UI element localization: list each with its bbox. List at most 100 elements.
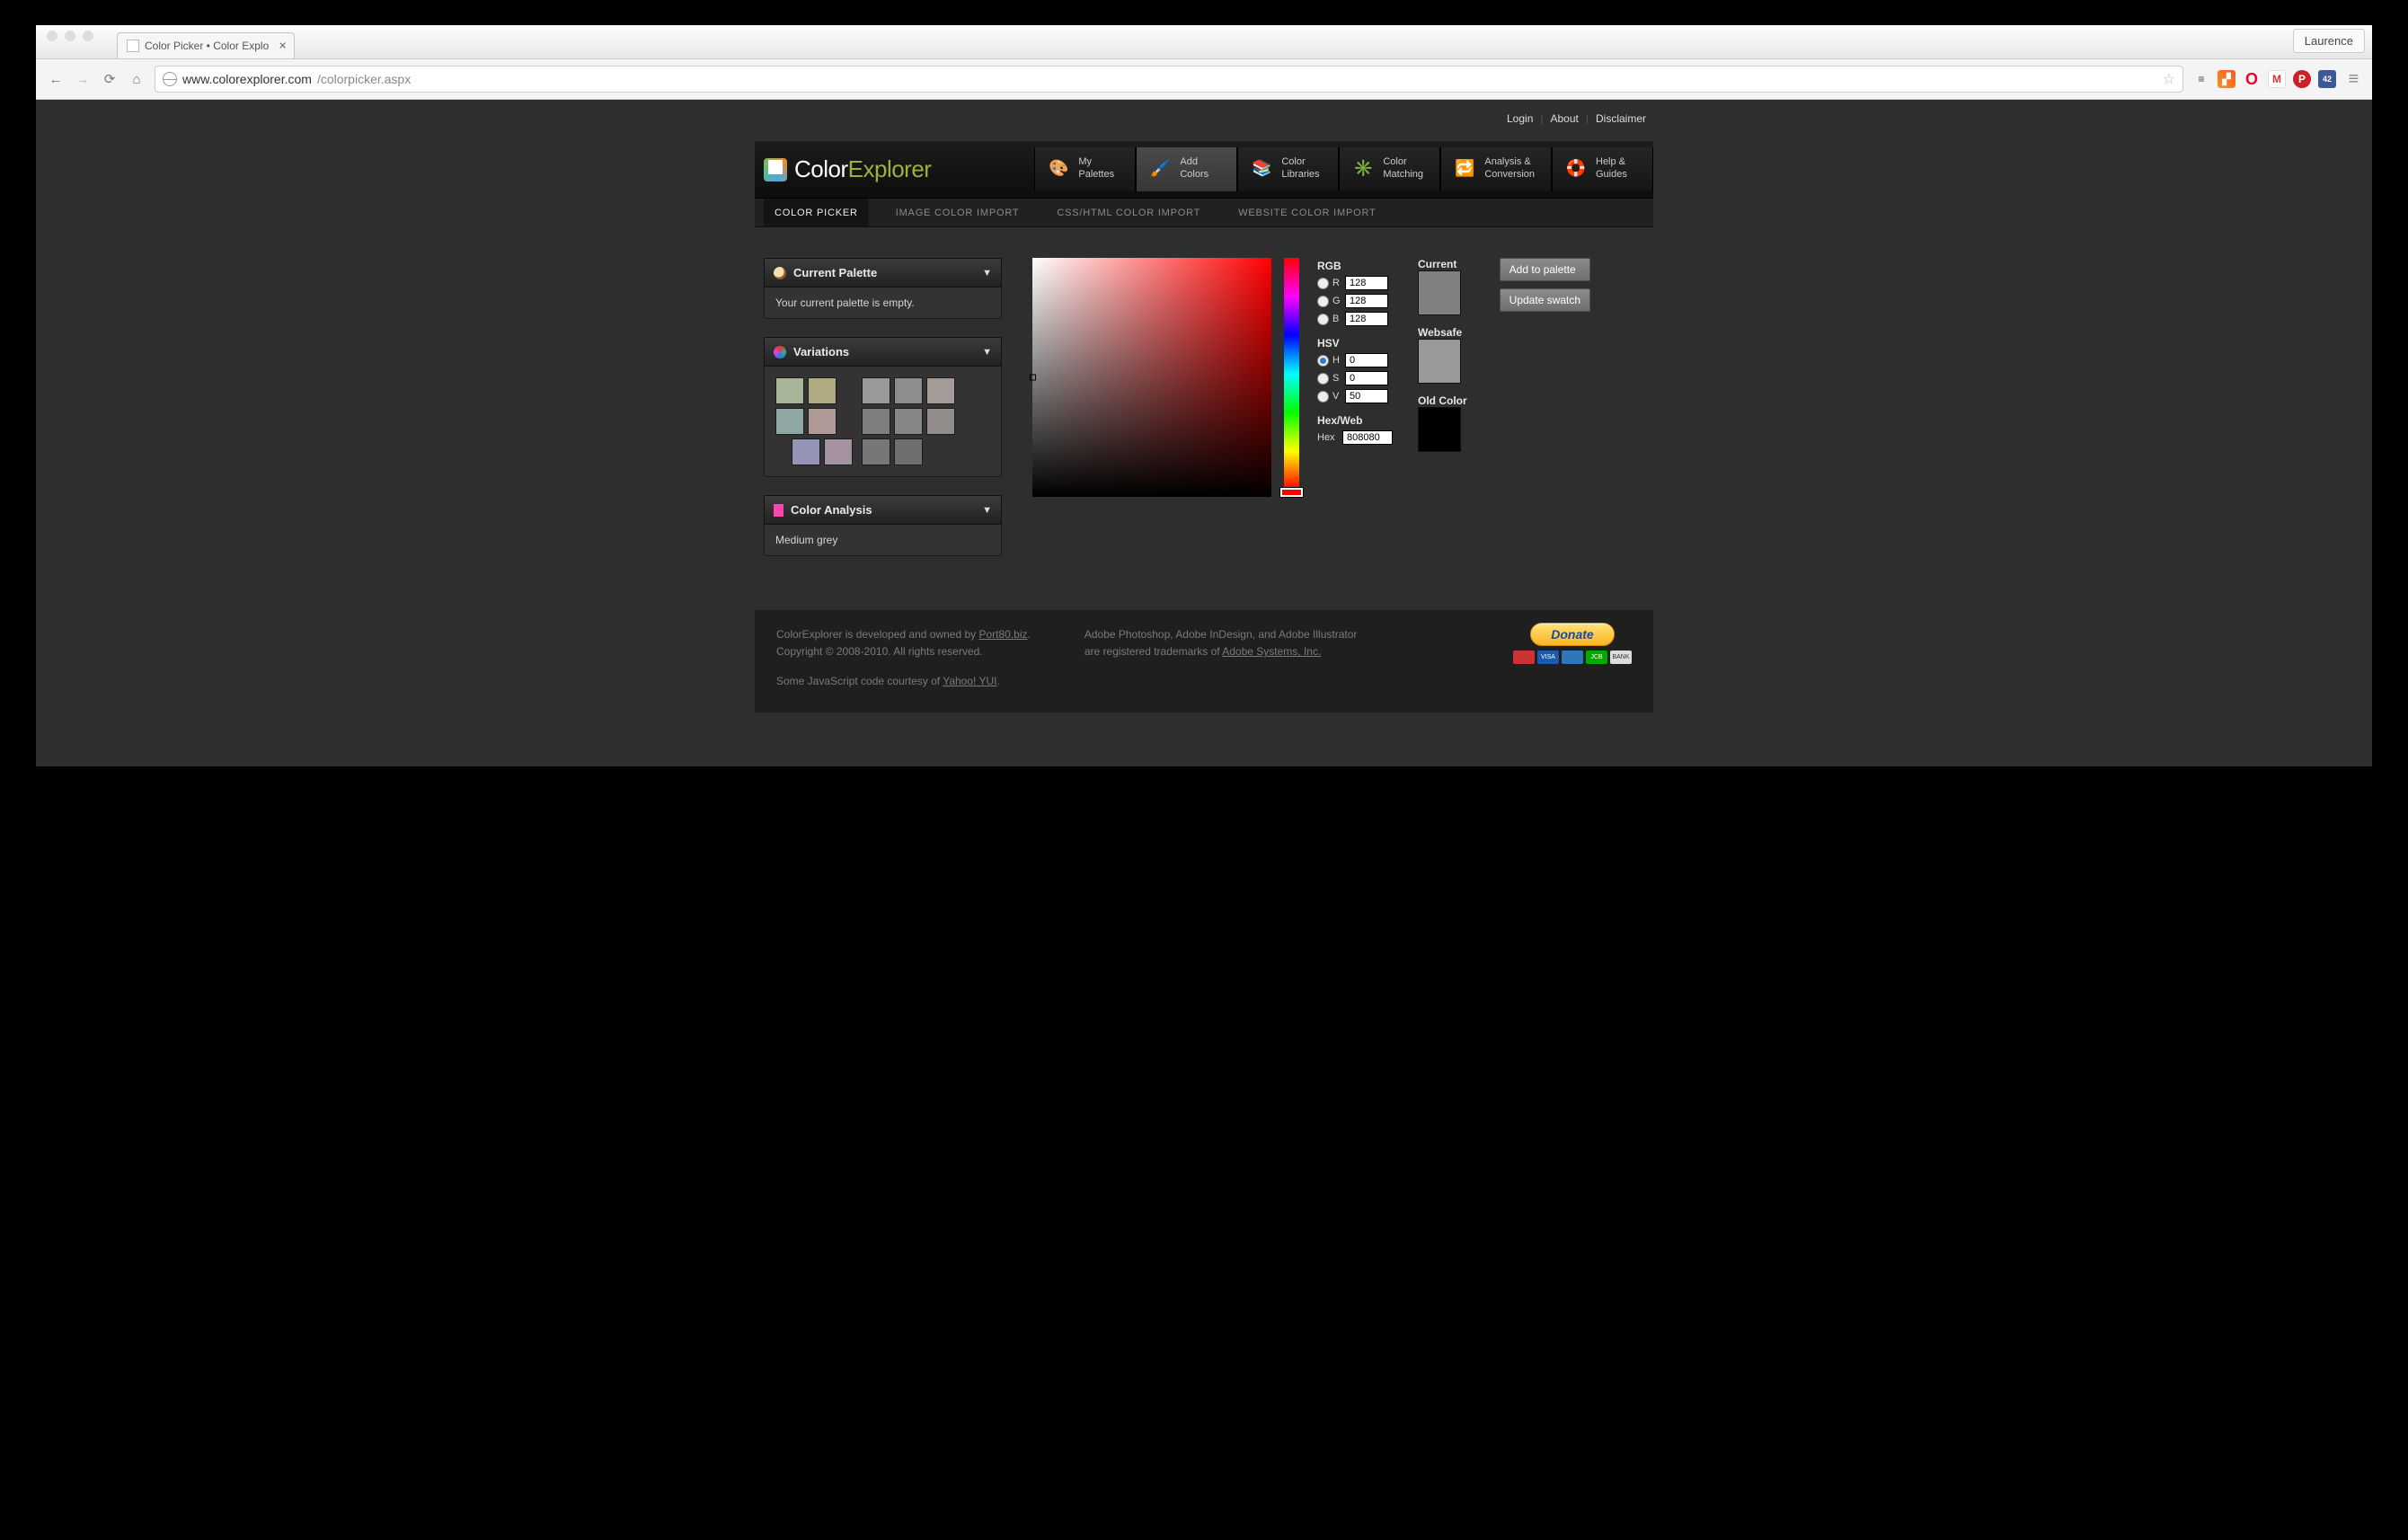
- variation-swatch[interactable]: [862, 408, 890, 435]
- subnav-css-import[interactable]: CSS/HTML COLOR IMPORT: [1046, 199, 1211, 226]
- nav-add-colors[interactable]: 🖌️ AddColors: [1136, 147, 1237, 192]
- browser-tabstrip: Color Picker • Color Explo ✕ Laurence: [36, 25, 2372, 59]
- yui-link[interactable]: Yahoo! YUI: [943, 675, 996, 687]
- input-h[interactable]: [1345, 353, 1388, 367]
- label-hex: Hex: [1317, 432, 1339, 443]
- buffer-extension-icon[interactable]: ≡: [2192, 70, 2210, 88]
- hue-bar: [1284, 258, 1299, 490]
- variation-swatch[interactable]: [862, 438, 890, 465]
- reload-button[interactable]: ⟳: [101, 70, 119, 88]
- variation-swatch[interactable]: [808, 408, 837, 435]
- label-h: H: [1332, 355, 1341, 366]
- panel-header[interactable]: Current Palette ▼: [764, 258, 1002, 288]
- variation-swatch[interactable]: [926, 408, 955, 435]
- home-button[interactable]: ⌂: [128, 70, 146, 88]
- variation-swatch[interactable]: [894, 408, 923, 435]
- hue-thumb-icon[interactable]: [1280, 488, 1303, 497]
- radio-r[interactable]: [1317, 278, 1329, 289]
- port80-link[interactable]: Port80.biz: [978, 628, 1027, 641]
- analytics-extension-icon[interactable]: ▞: [2218, 70, 2235, 88]
- nav-analysis[interactable]: 🔁 Analysis &Conversion: [1440, 147, 1552, 192]
- subnav-website-import[interactable]: WEBSITE COLOR IMPORT: [1227, 199, 1386, 226]
- input-v[interactable]: [1345, 389, 1388, 403]
- counter-extension-icon[interactable]: 42: [2318, 70, 2336, 88]
- chevron-down-icon: ▼: [982, 505, 992, 516]
- variation-swatch[interactable]: [775, 408, 804, 435]
- logo[interactable]: ColorExplorer: [755, 141, 949, 198]
- label-r: R: [1332, 278, 1341, 288]
- forward-button[interactable]: →: [74, 70, 92, 88]
- input-b[interactable]: [1345, 312, 1388, 326]
- pinterest-extension-icon[interactable]: P: [2293, 70, 2311, 88]
- variation-swatch[interactable]: [894, 438, 923, 465]
- input-g[interactable]: [1345, 294, 1388, 308]
- nav-color-matching[interactable]: ✳️ ColorMatching: [1339, 147, 1440, 192]
- back-button[interactable]: ←: [47, 70, 65, 88]
- radio-h[interactable]: [1317, 355, 1329, 367]
- panel-title: Color Analysis: [791, 503, 872, 517]
- variation-swatch[interactable]: [824, 438, 853, 465]
- about-link[interactable]: About: [1551, 112, 1579, 125]
- nav-my-palettes[interactable]: 🎨 MyPalettes: [1034, 147, 1136, 192]
- radio-b[interactable]: [1317, 314, 1329, 325]
- input-hex[interactable]: [1342, 430, 1393, 445]
- variation-swatch[interactable]: [894, 377, 923, 404]
- chrome-menu-icon[interactable]: ≡: [2343, 70, 2361, 88]
- websafe-swatch[interactable]: [1418, 339, 1461, 384]
- variation-swatch[interactable]: [808, 377, 837, 404]
- nav-help[interactable]: 🛟 Help &Guides: [1552, 147, 1653, 192]
- browser-tab[interactable]: Color Picker • Color Explo ✕: [117, 32, 295, 58]
- rgb-label: RGB: [1317, 260, 1393, 272]
- login-link[interactable]: Login: [1507, 112, 1533, 125]
- input-r[interactable]: [1345, 276, 1388, 290]
- row-h: H: [1317, 353, 1393, 367]
- footer-col-1: ColorExplorer is developed and owned by …: [776, 626, 1031, 691]
- variation-swatch[interactable]: [792, 438, 820, 465]
- label-g: G: [1332, 296, 1341, 306]
- row-r: R: [1317, 276, 1393, 290]
- opera-extension-icon[interactable]: O: [2243, 70, 2261, 88]
- saturation-value-field[interactable]: [1032, 258, 1271, 497]
- panel-title: Variations: [793, 345, 849, 358]
- gmail-extension-icon[interactable]: M: [2268, 70, 2286, 88]
- variation-swatch[interactable]: [862, 377, 890, 404]
- sv-cursor-icon[interactable]: [1030, 375, 1036, 381]
- color-readouts: RGB R G B: [1317, 258, 1393, 445]
- bank-icon: BANK: [1610, 651, 1632, 664]
- subnav-color-picker[interactable]: COLOR PICKER: [764, 199, 869, 226]
- old-swatch[interactable]: [1418, 407, 1461, 452]
- disclaimer-link[interactable]: Disclaimer: [1596, 112, 1646, 125]
- minimize-window-icon[interactable]: [65, 31, 75, 41]
- variations-icon: [774, 346, 786, 358]
- variation-swatch[interactable]: [775, 377, 804, 404]
- panel-header[interactable]: Color Analysis ▼: [764, 495, 1002, 525]
- bookmark-star-icon[interactable]: ☆: [2163, 70, 2175, 88]
- hue-slider[interactable]: [1284, 258, 1299, 497]
- logo-icon: [764, 158, 787, 181]
- zoom-window-icon[interactable]: [83, 31, 93, 41]
- window-controls[interactable]: [47, 31, 93, 41]
- current-swatch[interactable]: [1418, 270, 1461, 315]
- address-bar[interactable]: www.colorexplorer.com/colorpicker.aspx ☆: [155, 66, 2183, 93]
- update-swatch-button[interactable]: Update swatch: [1500, 288, 1590, 312]
- action-buttons: Add to palette Update swatch: [1500, 258, 1590, 312]
- subnav-image-import[interactable]: IMAGE COLOR IMPORT: [885, 199, 1031, 226]
- footer-col-2: Adobe Photoshop, Adobe InDesign, and Ado…: [1084, 626, 1358, 691]
- close-tab-icon[interactable]: ✕: [279, 40, 287, 52]
- profile-button[interactable]: Laurence: [2293, 29, 2365, 53]
- palette-icon: [774, 267, 786, 279]
- panel-header[interactable]: Variations ▼: [764, 337, 1002, 367]
- site-header: ColorExplorer 🎨 MyPalettes 🖌️ AddColors …: [755, 141, 1653, 198]
- radio-s[interactable]: [1317, 373, 1329, 385]
- radio-g[interactable]: [1317, 296, 1329, 307]
- donate-area: Donate VISA JCB BANK: [1513, 623, 1632, 664]
- close-window-icon[interactable]: [47, 31, 58, 41]
- input-s[interactable]: [1345, 371, 1388, 385]
- radio-v[interactable]: [1317, 391, 1329, 403]
- variation-swatch[interactable]: [926, 377, 955, 404]
- donate-button[interactable]: Donate: [1530, 623, 1614, 646]
- adobe-link[interactable]: Adobe Systems, Inc.: [1222, 645, 1321, 658]
- add-to-palette-button[interactable]: Add to palette: [1500, 258, 1590, 281]
- nav-color-libraries[interactable]: 📚 ColorLibraries: [1237, 147, 1339, 192]
- page-icon: [127, 40, 139, 52]
